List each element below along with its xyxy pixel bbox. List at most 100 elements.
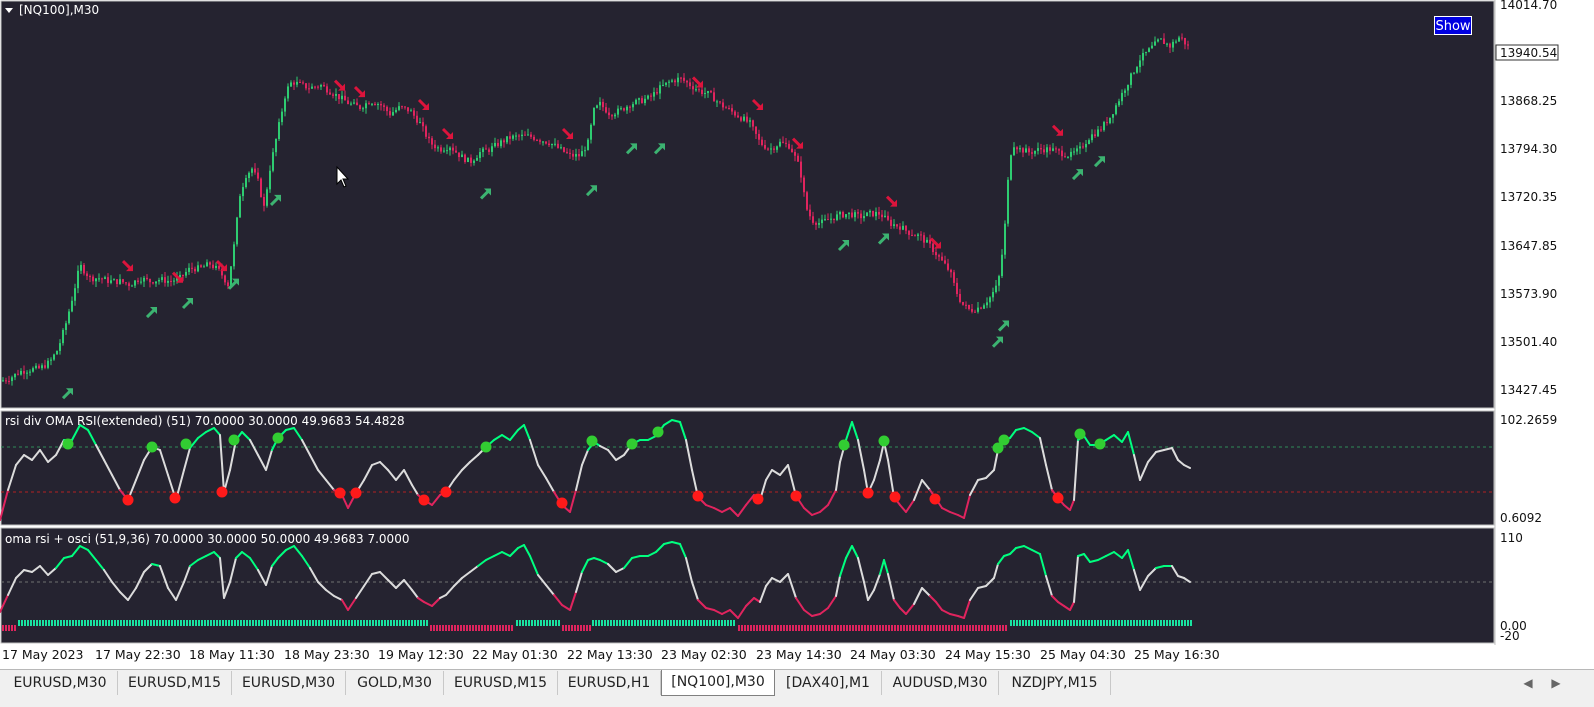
histogram-bar <box>834 625 836 631</box>
candle-body <box>962 301 964 305</box>
histogram-bar <box>1157 620 1159 626</box>
tab-eurusd-m15-2[interactable]: EURUSD,M15 <box>444 671 558 695</box>
histogram-bar <box>21 620 23 626</box>
rsi-sell-dot <box>929 493 941 505</box>
candle-body <box>1127 84 1129 91</box>
tab-dax40-m1[interactable]: [DAX40],M1 <box>775 671 882 695</box>
histogram-bar <box>897 625 899 631</box>
candle-body <box>806 192 808 210</box>
candle-body <box>779 141 781 147</box>
candle-body <box>260 178 262 198</box>
candle-body <box>1064 156 1066 158</box>
candle-body <box>1187 44 1189 46</box>
histogram-bar <box>658 620 660 626</box>
tab-eurusd-m30[interactable]: EURUSD,M30 <box>3 671 118 695</box>
candle-body <box>890 219 892 226</box>
candle-body <box>395 109 397 113</box>
histogram-bar <box>876 625 878 631</box>
histogram-bar <box>762 625 764 631</box>
candle-body <box>35 365 37 369</box>
histogram-bar <box>610 620 612 626</box>
histogram-bar <box>1076 620 1078 626</box>
candle-body <box>704 93 706 95</box>
histogram-bar <box>1145 620 1147 626</box>
candle-body <box>1040 148 1042 150</box>
candle-body <box>341 95 343 100</box>
candle-body <box>317 86 319 88</box>
tab-nzdjpy-m15[interactable]: NZDJPY,M15 <box>999 671 1111 695</box>
rsi-panel[interactable] <box>0 410 1495 526</box>
candle-body <box>914 235 916 237</box>
candle-body <box>1154 41 1156 46</box>
histogram-bar <box>697 620 699 626</box>
candle-body <box>572 153 574 157</box>
histogram-bar <box>1028 620 1030 626</box>
candle-body <box>101 278 103 280</box>
histogram-bar <box>369 620 371 626</box>
candle-body <box>386 106 388 112</box>
candle-body <box>467 157 469 162</box>
show-button[interactable]: Show <box>1434 16 1472 35</box>
histogram-bar <box>522 620 524 626</box>
candle-body <box>419 122 421 124</box>
candle-body <box>599 101 601 106</box>
histogram-bar <box>111 620 113 626</box>
histogram-bar <box>1184 620 1186 626</box>
osc-axis-bottom: -20 <box>1500 629 1520 643</box>
price-panel[interactable] <box>0 0 1495 409</box>
histogram-bar <box>1100 620 1102 626</box>
histogram-bar <box>885 625 887 631</box>
histogram-bar <box>267 620 269 626</box>
candle-body <box>1070 151 1072 157</box>
histogram-bar <box>36 620 38 626</box>
histogram-bar <box>580 625 582 631</box>
candle-body <box>14 373 16 378</box>
candle-body <box>812 216 814 223</box>
tab-nq100-m30[interactable]: [NQ100],M30 <box>661 670 775 696</box>
candle-body <box>23 370 25 374</box>
histogram-bar <box>448 625 450 631</box>
trading-chart[interactable]: [NQ100],M30 rsi div OMA RSI(extended) (5… <box>0 0 1594 669</box>
histogram-bar <box>225 620 227 626</box>
candle-body <box>200 265 202 267</box>
candle-body <box>74 288 76 301</box>
candle-body <box>218 265 220 269</box>
histogram-bar <box>11 625 13 631</box>
price-tick: 13720.35 <box>1500 190 1557 204</box>
chart-tabs-bar: EURUSD,M30 EURUSD,M15 EURUSD,M30 GOLD,M3… <box>0 669 1594 707</box>
candle-body <box>644 98 646 104</box>
tab-scroll-left-icon[interactable]: ◀ <box>1520 671 1536 695</box>
candle-body <box>335 93 337 96</box>
candle-body <box>326 86 328 93</box>
candle-body <box>968 304 970 309</box>
candle-body <box>233 244 235 267</box>
histogram-bar <box>243 620 245 626</box>
rsi-buy-dot <box>1094 438 1106 450</box>
candle-body <box>545 141 547 144</box>
tab-gold-m30[interactable]: GOLD,M30 <box>346 671 444 695</box>
histogram-bar <box>478 625 480 631</box>
candle-body <box>251 168 253 173</box>
candle-body <box>41 365 43 369</box>
candle-body <box>272 152 274 171</box>
candle-body <box>686 80 688 83</box>
histogram-bar <box>270 620 272 626</box>
tab-scroll-right-icon[interactable]: ▶ <box>1548 671 1564 695</box>
time-tick: 17 May 2023 <box>2 647 84 662</box>
candle-body <box>206 262 208 267</box>
candle-body <box>788 143 790 149</box>
tab-audusd-m30[interactable]: AUDUSD,M30 <box>882 671 999 695</box>
candle-body <box>350 103 352 105</box>
tab-eurusd-m30-2[interactable]: EURUSD,M30 <box>232 671 346 695</box>
histogram-bar <box>900 625 902 631</box>
tab-eurusd-h1[interactable]: EURUSD,H1 <box>558 671 661 695</box>
candle-body <box>158 279 160 282</box>
candle-body <box>1067 156 1069 158</box>
tab-eurusd-m15[interactable]: EURUSD,M15 <box>118 671 232 695</box>
histogram-bar <box>354 620 356 626</box>
candle-body <box>62 329 64 344</box>
candle-body <box>197 265 199 272</box>
candle-body <box>1025 148 1027 153</box>
candle-body <box>758 133 760 140</box>
candle-body <box>239 196 241 218</box>
